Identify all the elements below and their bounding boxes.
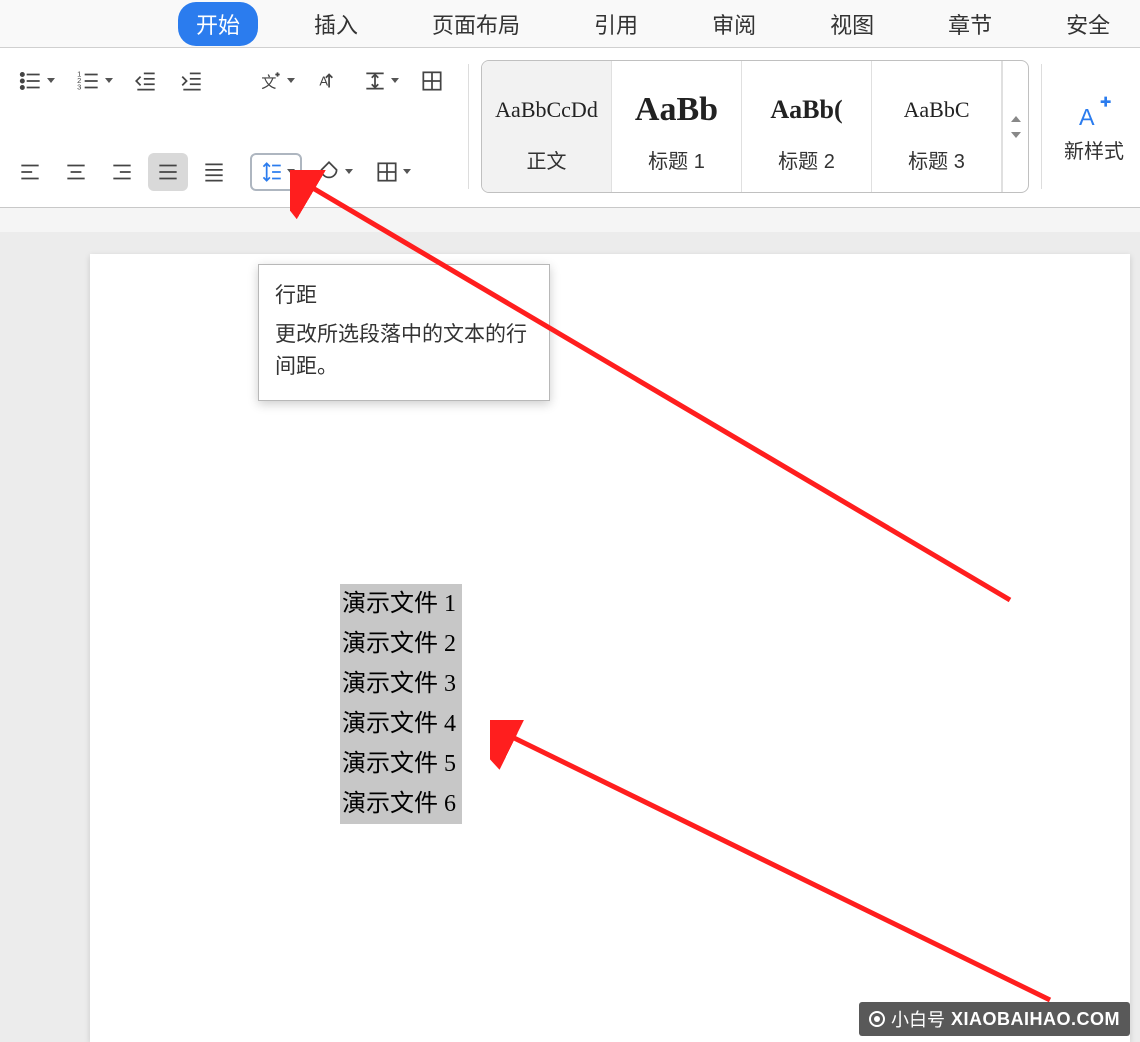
- style-body-text[interactable]: AaBbCcDd 正文: [482, 61, 612, 192]
- svg-text:A: A: [1079, 104, 1095, 130]
- line-spacing-tooltip: 行距 更改所选段落中的文本的行间距。: [258, 264, 550, 401]
- tab-start[interactable]: 开始: [178, 2, 258, 46]
- style-label: 正文: [527, 145, 567, 174]
- tab-chapter[interactable]: 章节: [930, 2, 1010, 46]
- new-style-button[interactable]: A 新样式: [1054, 56, 1130, 197]
- align-center-button[interactable]: [56, 153, 96, 191]
- watermark-badge: 小白号 XIAOBAIHAO.COM: [859, 1002, 1130, 1036]
- align-right-button[interactable]: [102, 153, 142, 191]
- align-justify-button[interactable]: [148, 153, 188, 191]
- document-selection[interactable]: 演示文件 1 演示文件 2 演示文件 3 演示文件 4 演示文件 5 演示文件 …: [340, 584, 462, 824]
- styles-gallery-scroll[interactable]: [1002, 61, 1028, 192]
- chevron-up-icon[interactable]: [1011, 116, 1021, 122]
- watermark-domain: XIAOBAIHAO.COM: [951, 1009, 1120, 1030]
- tab-insert[interactable]: 插入: [296, 2, 376, 46]
- ribbon-separator: [468, 64, 469, 189]
- text-direction-button[interactable]: A: [308, 62, 348, 100]
- tooltip-title: 行距: [275, 279, 533, 309]
- decrease-indent-button[interactable]: [126, 62, 166, 100]
- ribbon-separator: [1041, 64, 1042, 189]
- document-line[interactable]: 演示文件 1: [340, 584, 462, 624]
- tab-view[interactable]: 视图: [812, 2, 892, 46]
- document-line[interactable]: 演示文件 2: [340, 624, 462, 664]
- document-line[interactable]: 演示文件 6: [340, 784, 462, 824]
- line-spacing-button[interactable]: [250, 153, 302, 191]
- style-label: 标题 2: [778, 145, 835, 174]
- numbered-list-button[interactable]: 123: [68, 62, 120, 100]
- document-page[interactable]: 演示文件 1 演示文件 2 演示文件 3 演示文件 4 演示文件 5 演示文件 …: [90, 254, 1130, 1042]
- tooltip-body: 更改所选段落中的文本的行间距。: [275, 319, 533, 382]
- style-label: 标题 3: [908, 145, 965, 174]
- ribbon: 123: [0, 48, 1140, 208]
- insert-table-button[interactable]: [412, 62, 452, 100]
- increase-indent-button[interactable]: [172, 62, 212, 100]
- style-sample: AaBb(: [770, 79, 842, 141]
- style-label: 标题 1: [648, 145, 705, 174]
- document-line[interactable]: 演示文件 4: [340, 704, 462, 744]
- svg-text:3: 3: [77, 83, 81, 92]
- paragraph-group: 123: [6, 56, 238, 197]
- tab-security[interactable]: 安全: [1048, 2, 1128, 46]
- phonetic-guide-button[interactable]: 文: [250, 62, 302, 100]
- document-line[interactable]: 演示文件 3: [340, 664, 462, 704]
- text-effects-group: 文 A: [246, 56, 456, 197]
- style-sample: AaBbCcDd: [495, 79, 598, 141]
- workspace: 演示文件 1 演示文件 2 演示文件 3 演示文件 4 演示文件 5 演示文件 …: [0, 232, 1140, 1042]
- style-heading-2[interactable]: AaBb( 标题 2: [742, 61, 872, 192]
- shading-button[interactable]: [308, 153, 360, 191]
- style-sample: AaBb: [635, 79, 718, 141]
- broadcast-icon: [869, 1011, 885, 1027]
- chevron-down-icon[interactable]: [1011, 132, 1021, 138]
- borders-button[interactable]: [366, 153, 418, 191]
- new-style-label: 新样式: [1064, 135, 1124, 164]
- style-sample: AaBbC: [904, 79, 970, 141]
- bulleted-list-button[interactable]: [10, 62, 62, 100]
- style-heading-3[interactable]: AaBbC 标题 3: [872, 61, 1002, 192]
- tab-references[interactable]: 引用: [576, 2, 656, 46]
- ribbon-tabbar: 开始 插入 页面布局 引用 审阅 视图 章节 安全: [0, 0, 1140, 48]
- align-left-button[interactable]: [10, 153, 50, 191]
- styles-gallery[interactable]: AaBbCcDd 正文 AaBb 标题 1 AaBb( 标题 2 AaBbC 标…: [481, 60, 1029, 193]
- style-heading-1[interactable]: AaBb 标题 1: [612, 61, 742, 192]
- tab-layout[interactable]: 页面布局: [414, 2, 538, 46]
- document-line[interactable]: 演示文件 5: [340, 744, 462, 784]
- align-distributed-button[interactable]: [194, 153, 234, 191]
- svg-text:文: 文: [261, 75, 276, 92]
- tab-review[interactable]: 审阅: [694, 2, 774, 46]
- character-spacing-button[interactable]: [354, 62, 406, 100]
- watermark-name: 小白号: [891, 1006, 945, 1032]
